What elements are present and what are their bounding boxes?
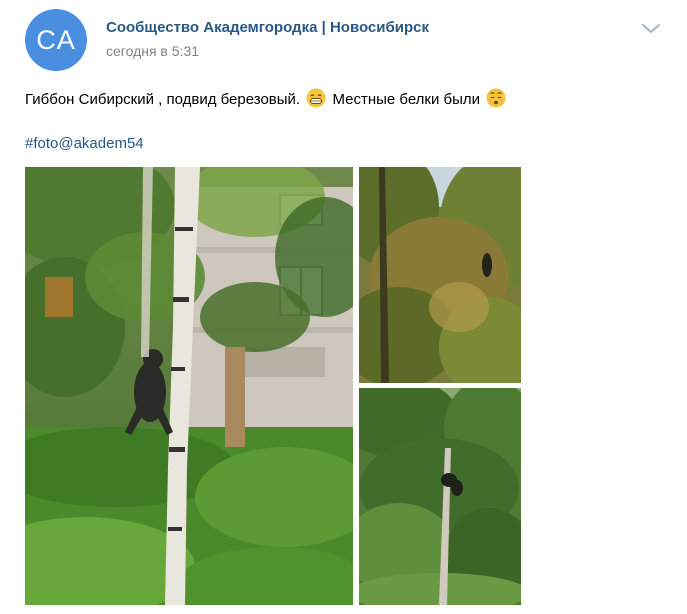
photo-treetops[interactable] — [359, 167, 521, 383]
post-text-part1: Гиббон Сибирский , подвид березовый. — [25, 91, 301, 108]
photo-icon — [359, 388, 521, 605]
chevron-down-icon[interactable] — [640, 20, 662, 36]
avatar-initials: CA — [36, 24, 76, 55]
post-text-part2: Местные белки были — [332, 91, 481, 108]
grinning-face-icon — [306, 88, 326, 108]
wall-post: CA Сообщество Академгородка | Новосибирс… — [0, 0, 687, 614]
post-text: Гиббон Сибирский , подвид березовый. Мес… — [25, 88, 508, 108]
photo-tree-bottom[interactable] — [359, 388, 521, 605]
photo-icon — [25, 167, 353, 605]
hashtag-link[interactable]: #foto@akadem54 — [25, 135, 144, 152]
hushed-face-icon — [486, 88, 506, 108]
post-timestamp[interactable]: сегодня в 5:31 — [106, 43, 199, 59]
community-name-link[interactable]: Сообщество Академгородка | Новосибирск — [106, 19, 429, 36]
community-avatar[interactable]: CA — [25, 9, 87, 71]
photo-gibbon-birch[interactable] — [25, 167, 353, 605]
photo-icon — [359, 167, 521, 383]
